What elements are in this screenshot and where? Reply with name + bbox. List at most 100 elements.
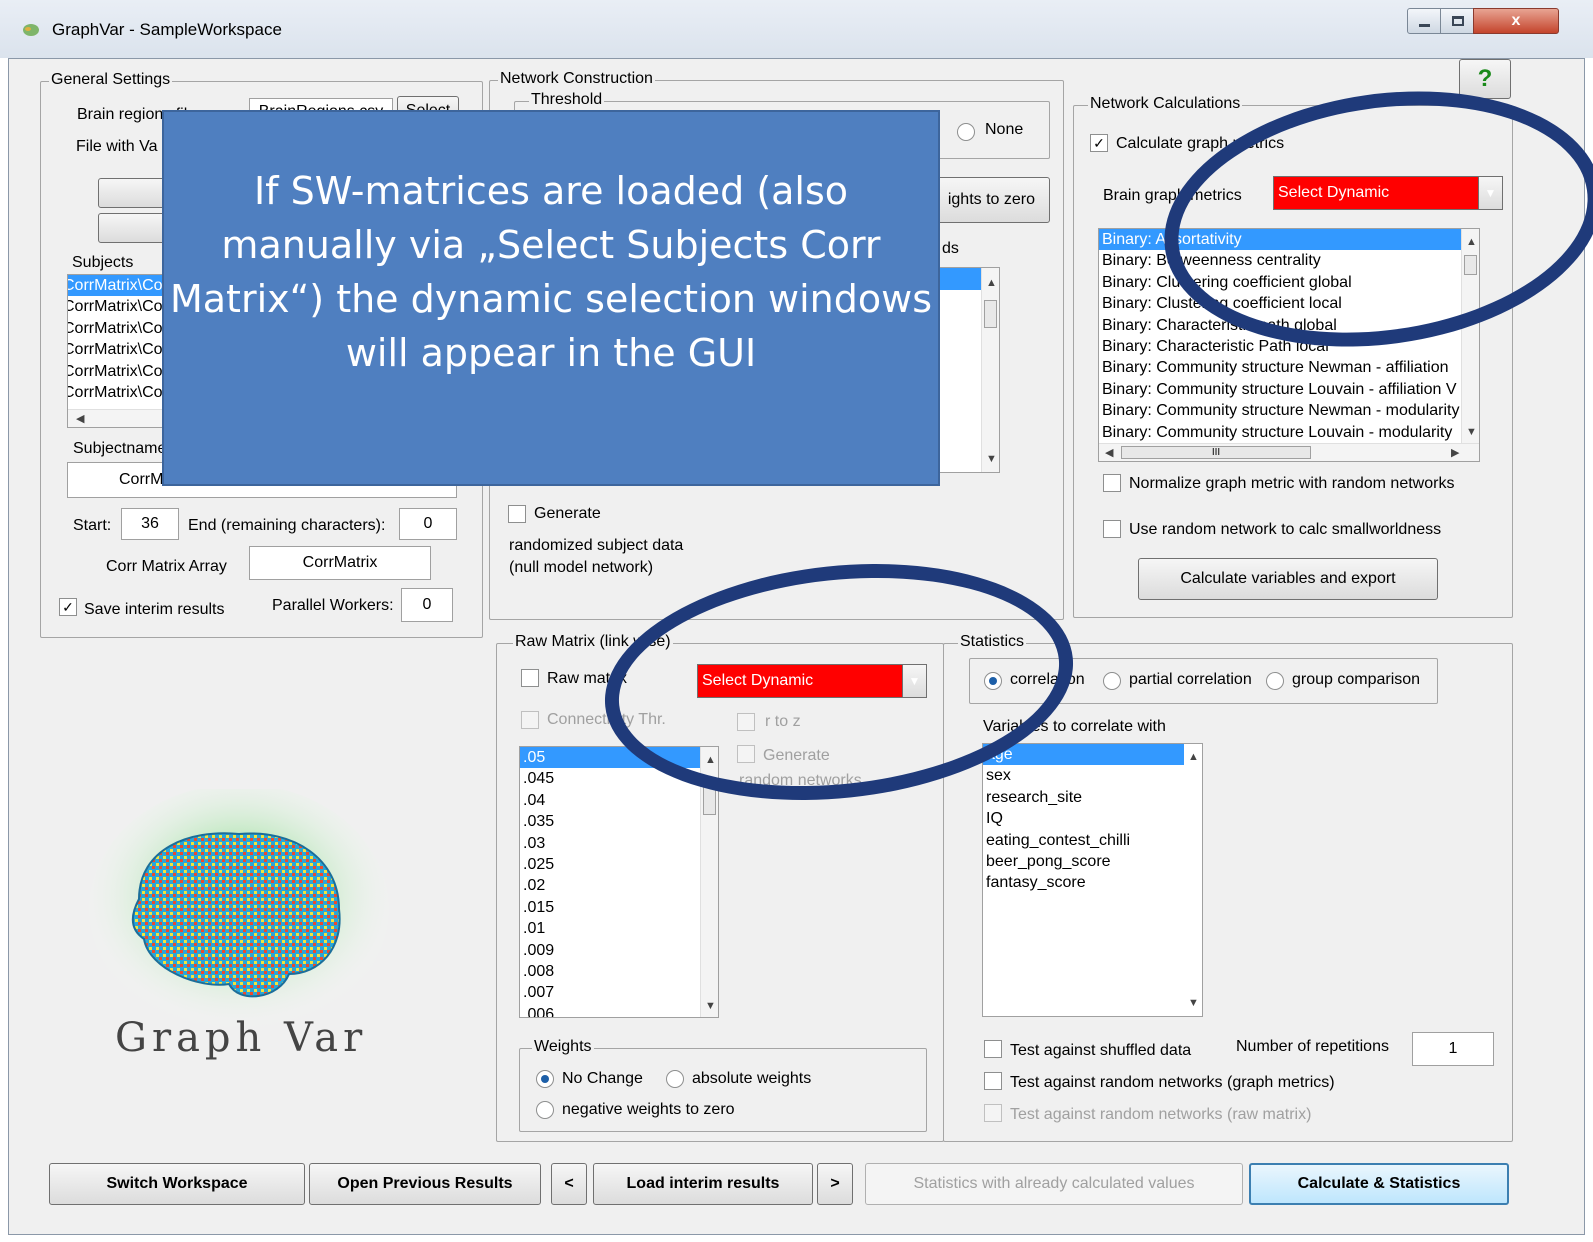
no-change-radio[interactable]: [536, 1070, 554, 1088]
random-small-checkbox[interactable]: [1103, 520, 1121, 538]
list-item[interactable]: CorrMatrix\Co: [68, 339, 164, 360]
close-icon[interactable]: x: [1473, 8, 1559, 34]
scroll-thumb[interactable]: [984, 300, 997, 328]
list-item[interactable]: .009: [520, 940, 718, 961]
end-field[interactable]: 0: [399, 508, 457, 540]
maximize-icon[interactable]: [1440, 8, 1474, 34]
subjects-hscroll[interactable]: ◀: [68, 409, 164, 427]
list-item[interactable]: .02: [520, 875, 718, 896]
list-item[interactable]: Binary: Community structure Louvain - mo…: [1099, 422, 1479, 443]
callout-text: If SW-matrices are loaded (also manually…: [169, 169, 933, 375]
null-model-label: (null model network): [509, 559, 654, 576]
graph-metrics-hscroll[interactable]: ◀ III ▶: [1099, 443, 1479, 461]
next-interim-button[interactable]: >: [817, 1163, 853, 1205]
normalize-checkbox[interactable]: [1103, 474, 1121, 492]
list-item[interactable]: eating_contest_chilli: [983, 830, 1202, 851]
list-item[interactable]: beer_pong_score: [983, 851, 1202, 872]
app-icon: [22, 21, 40, 39]
normalize-label: Normalize graph metric with random netwo…: [1129, 475, 1455, 492]
list-item[interactable]: .007: [520, 982, 718, 1003]
absolute-weights-radio[interactable]: [666, 1070, 684, 1088]
absolute-weights-label: absolute weights: [692, 1070, 812, 1087]
list-item[interactable]: Binary: Community structure Newman - mod…: [1099, 400, 1479, 421]
logo-text: Graph Var: [115, 1015, 368, 1061]
parallel-workers-field[interactable]: 0: [401, 588, 453, 622]
thresholds-vscroll[interactable]: ▲ ▼: [981, 268, 999, 472]
window-title: GraphVar - SampleWorkspace: [52, 20, 282, 39]
open-previous-results-button[interactable]: Open Previous Results: [309, 1163, 541, 1205]
network-construction-title: Network Construction: [498, 70, 655, 88]
statistics-existing-button[interactable]: Statistics with already calculated value…: [865, 1163, 1243, 1205]
list-item[interactable]: .035: [520, 811, 718, 832]
group-comparison-radio[interactable]: [1266, 672, 1284, 690]
minimize-icon[interactable]: [1407, 8, 1441, 34]
scroll-down-icon[interactable]: ▼: [986, 452, 997, 466]
list-item[interactable]: age: [983, 744, 1202, 766]
list-item[interactable]: .025: [520, 854, 718, 875]
list-item[interactable]: .01: [520, 918, 718, 939]
start-field[interactable]: 36: [121, 508, 179, 540]
random-graph-checkbox[interactable]: [984, 1072, 1002, 1090]
scroll-left-icon[interactable]: ◀: [76, 412, 84, 426]
load-interim-results-button[interactable]: Load interim results: [593, 1163, 813, 1205]
conn-thr-checkbox[interactable]: [521, 711, 539, 729]
list-item[interactable]: fantasy_score: [983, 872, 1202, 893]
variables-vscroll[interactable]: ▲ ▼: [1184, 744, 1202, 1016]
raw-matrix-checkbox[interactable]: [521, 669, 539, 687]
random-graph-label: Test against random networks (graph metr…: [1010, 1074, 1335, 1091]
variables-list[interactable]: age sex research_site IQ eating_contest_…: [982, 743, 1203, 1017]
list-item[interactable]: sex: [983, 765, 1202, 786]
generate-checkbox[interactable]: [508, 505, 526, 523]
list-item[interactable]: Binary: Community structure Louvain - af…: [1099, 379, 1479, 400]
save-interim-checkbox[interactable]: ✓: [59, 598, 77, 616]
subjectname-label: Subjectname: [73, 440, 167, 457]
calc-export-button[interactable]: Calculate variables and export: [1138, 558, 1438, 600]
callout-box: If SW-matrices are loaded (also manually…: [162, 110, 940, 486]
partial-correlation-radio[interactable]: [1103, 672, 1121, 690]
list-item[interactable]: IQ: [983, 808, 1202, 829]
variables-file-label: File with Va: [76, 138, 158, 155]
parallel-workers-label: Parallel Workers:: [272, 597, 394, 614]
list-item[interactable]: CorrMatrix\Co: [68, 275, 164, 297]
scroll-left-icon[interactable]: ◀: [1105, 446, 1113, 460]
list-item[interactable]: research_site: [983, 787, 1202, 808]
repetitions-field[interactable]: 1: [1412, 1032, 1494, 1066]
switch-workspace-button[interactable]: Switch Workspace: [49, 1163, 305, 1205]
random-raw-checkbox[interactable]: [984, 1104, 1002, 1122]
list-item[interactable]: CorrMatrix\Co: [68, 296, 164, 317]
scroll-up-icon[interactable]: ▲: [1188, 750, 1199, 764]
raw-thresholds-list[interactable]: .05 .045 .04 .035 .03 .025 .02 .015 .01 …: [519, 746, 719, 1018]
repetitions-label: Number of repetitions: [1236, 1038, 1389, 1055]
threshold-none-radio[interactable]: [957, 123, 975, 141]
list-item[interactable]: CorrMatrix\Co: [68, 361, 164, 382]
calc-graph-checkbox[interactable]: ✓: [1090, 134, 1108, 152]
random-raw-label: Test against random networks (raw matrix…: [1010, 1106, 1312, 1123]
partial-correlation-label: partial correlation: [1129, 671, 1252, 688]
shuffled-label: Test against shuffled data: [1010, 1042, 1192, 1059]
subjects-list[interactable]: CorrMatrix\Co CorrMatrix\Co CorrMatrix\C…: [67, 274, 165, 428]
list-item[interactable]: .04: [520, 790, 718, 811]
scroll-down-icon[interactable]: ▼: [1466, 425, 1477, 439]
list-item[interactable]: .03: [520, 833, 718, 854]
scroll-down-icon[interactable]: ▼: [1188, 996, 1199, 1010]
scroll-down-icon[interactable]: ▼: [705, 999, 716, 1013]
generate-label: Generate: [534, 505, 601, 522]
list-item[interactable]: CorrMatrix\Co: [68, 382, 164, 403]
scroll-up-icon[interactable]: ▲: [986, 276, 997, 290]
shuffled-checkbox[interactable]: [984, 1040, 1002, 1058]
help-button[interactable]: ?: [1459, 59, 1511, 99]
graphvar-logo: Graph Var: [89, 784, 429, 1079]
thresholds-label: ds: [942, 240, 959, 257]
prev-interim-button[interactable]: <: [551, 1163, 587, 1205]
list-item[interactable]: CorrMatrix\Co: [68, 318, 164, 339]
calculate-statistics-button[interactable]: Calculate & Statistics: [1249, 1163, 1509, 1205]
scroll-right-icon[interactable]: ▶: [1451, 446, 1459, 460]
weights-zero-button[interactable]: ights to zero: [930, 177, 1050, 223]
list-item[interactable]: .006: [520, 1004, 718, 1017]
list-item[interactable]: .008: [520, 961, 718, 982]
scroll-thumb[interactable]: III: [1121, 446, 1311, 459]
negative-weights-radio[interactable]: [536, 1101, 554, 1119]
list-item[interactable]: Binary: Community structure Newman - aff…: [1099, 357, 1479, 378]
list-item[interactable]: .015: [520, 897, 718, 918]
corr-array-field[interactable]: CorrMatrix: [249, 546, 431, 580]
